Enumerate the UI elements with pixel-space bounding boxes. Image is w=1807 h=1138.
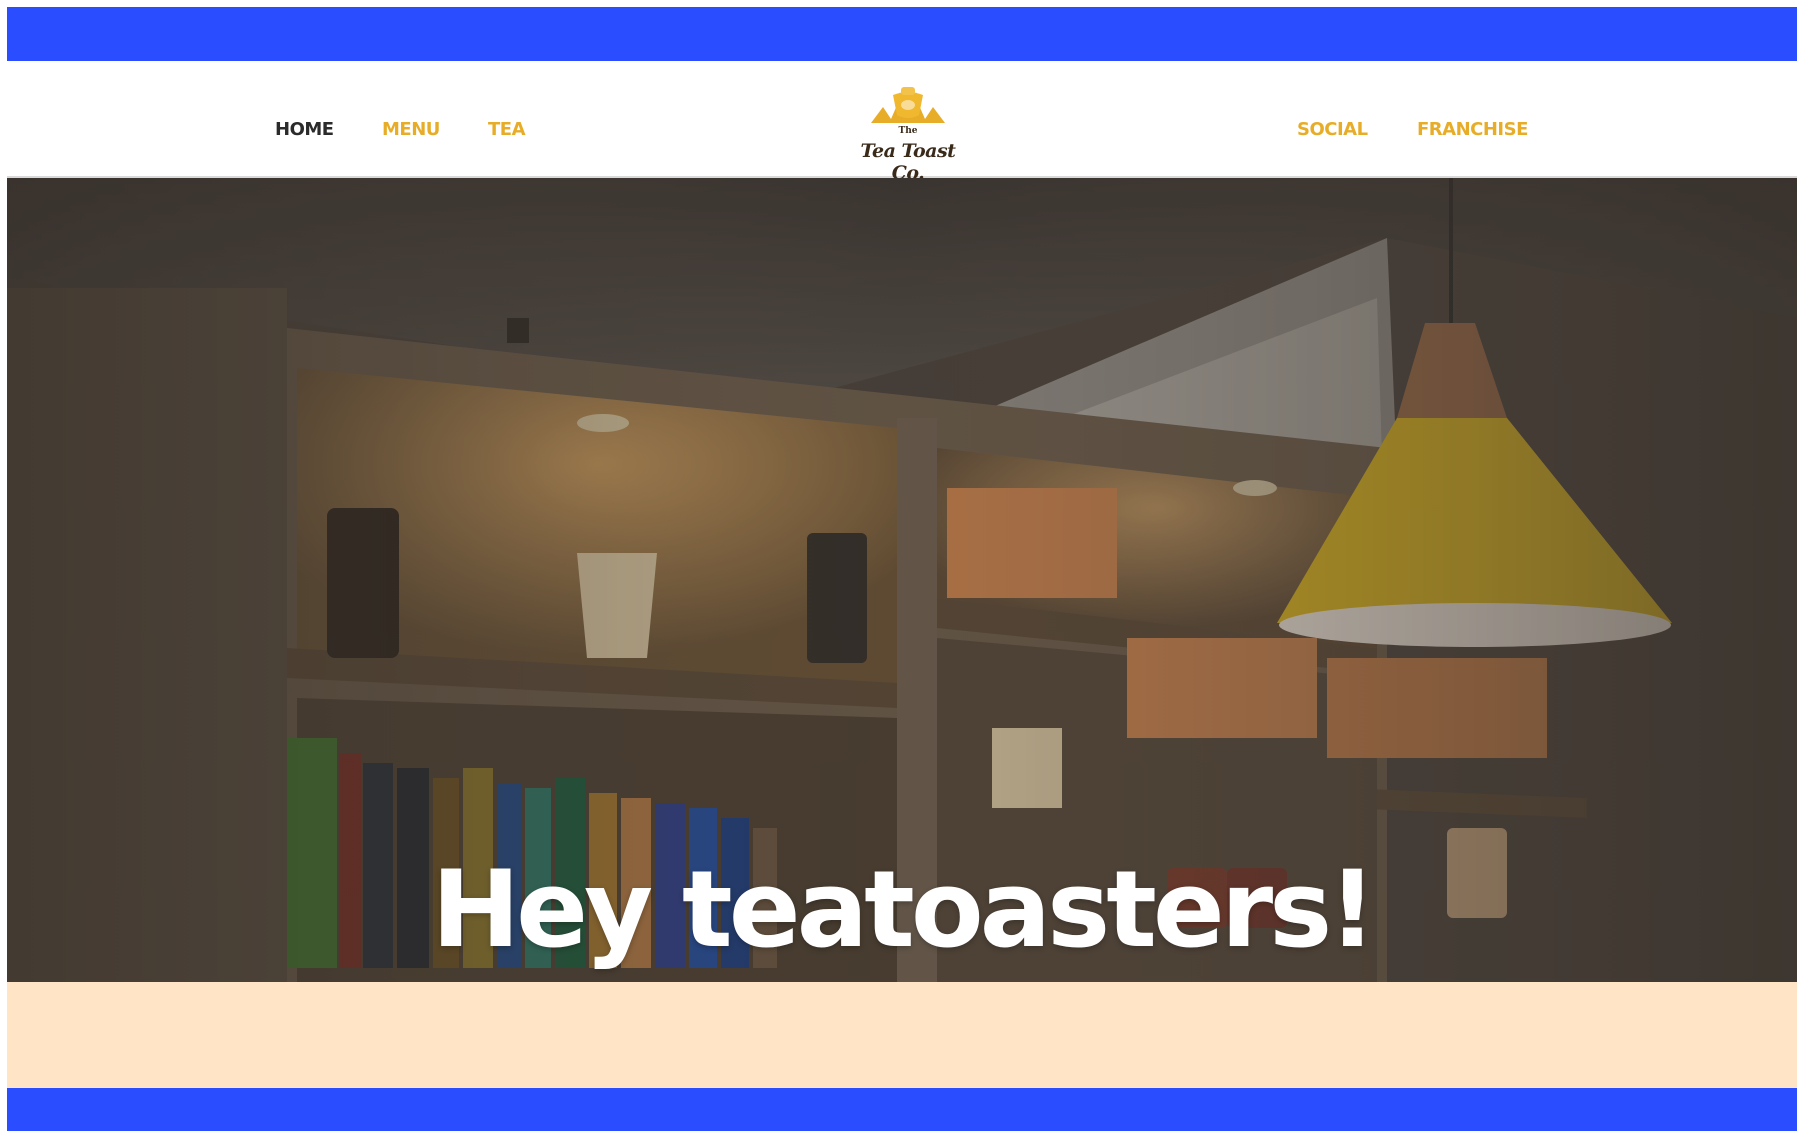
top-color-band (7, 7, 1797, 61)
hero-headline: Hey teatoasters! (431, 848, 1376, 971)
bottom-color-band (7, 1088, 1797, 1131)
hero-section: Hey teatoasters! (7, 178, 1797, 982)
brand-logo[interactable]: The Tea Toast Co. (843, 85, 973, 184)
peach-content-band (7, 982, 1797, 1092)
logo-small-text: The (898, 126, 918, 136)
nav-home-link[interactable]: HOME (275, 119, 334, 140)
nav-tea-link[interactable]: TEA (488, 119, 526, 140)
teacup-crown-icon (871, 87, 945, 123)
nav-social-link[interactable]: SOCIAL (1297, 119, 1368, 140)
page-frame: HOME MENU TEA The Tea Toast Co. SOCIAL F… (7, 7, 1797, 1131)
nav-franchise-link[interactable]: FRANCHISE (1417, 119, 1528, 140)
nav-menu-link[interactable]: MENU (382, 119, 440, 140)
main-navbar: HOME MENU TEA The Tea Toast Co. SOCIAL F… (7, 61, 1797, 184)
